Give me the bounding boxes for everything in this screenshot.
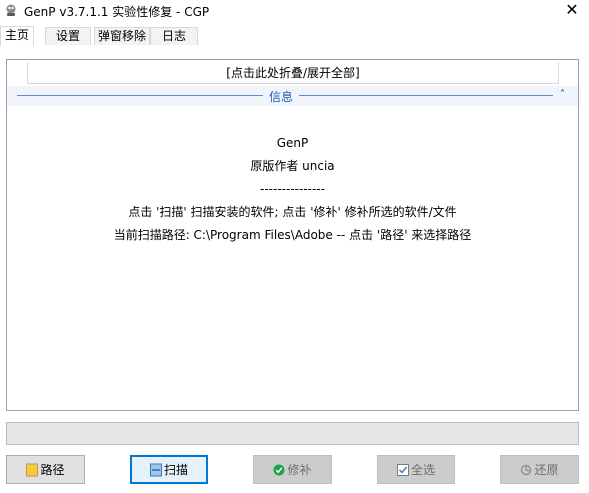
window-title: GenP v3.7.1.1 实验性修复 - CGP xyxy=(24,5,210,19)
restore-icon xyxy=(521,464,532,475)
tab-label: 日志 xyxy=(161,29,186,43)
tab-log[interactable]: 日志 xyxy=(150,27,198,45)
scan-button[interactable]: 扫描 xyxy=(130,455,208,484)
patch-button[interactable]: 修补 xyxy=(253,455,332,484)
shield-check-icon xyxy=(273,464,285,475)
progress-bar xyxy=(6,422,579,445)
scan-button-label: 扫描 xyxy=(163,463,188,477)
select-all-button-label: 全选 xyxy=(410,463,435,477)
info-group-label: 信息 xyxy=(268,90,293,104)
divider xyxy=(17,95,263,96)
info-group-header[interactable]: 信息 ˄ xyxy=(7,86,578,106)
scan-icon xyxy=(149,463,162,476)
divider xyxy=(299,95,553,96)
path-button[interactable]: 路径 xyxy=(6,455,85,484)
info-line: --------------- xyxy=(260,182,325,196)
tab-strip: 主页 设置 弹窗移除 日志 xyxy=(0,26,589,47)
tab-label: 弹窗移除 xyxy=(97,29,146,43)
close-icon: ✕ xyxy=(565,0,579,19)
path-button-label: 路径 xyxy=(40,463,65,477)
title-bar: GenP v3.7.1.1 实验性修复 - CGP ✕ xyxy=(0,0,589,22)
tab-settings[interactable]: 设置 xyxy=(45,27,91,45)
chevron-up-icon[interactable]: ˄ xyxy=(560,89,565,100)
software-list-panel[interactable]: [点击此处折叠/展开全部] 信息 ˄ GenP 原版作者 uncia -----… xyxy=(6,59,579,411)
patch-button-label: 修补 xyxy=(287,463,312,477)
folder-icon xyxy=(26,463,39,476)
restore-button-label: 还原 xyxy=(534,463,559,477)
tab-label: 设置 xyxy=(55,29,80,43)
genp-app-icon xyxy=(6,4,16,16)
select-all-button[interactable]: 全选 xyxy=(377,455,455,484)
info-text: GenP 原版作者 uncia --------------- 点击 '扫描' … xyxy=(7,132,578,247)
tab-popup-removal[interactable]: 弹窗移除 xyxy=(94,27,150,45)
info-line: 当前扫描路径: C:\Program Files\Adobe -- 点击 '路径… xyxy=(113,228,472,242)
info-line: GenP xyxy=(276,136,309,150)
info-line: 点击 '扫描' 扫描安装的软件; 点击 '修补' 修补所选的软件/文件 xyxy=(128,205,457,219)
tab-label: 主页 xyxy=(4,28,29,42)
collapse-expand-all-row[interactable]: [点击此处折叠/展开全部] xyxy=(27,62,559,84)
collapse-expand-all-label: [点击此处折叠/展开全部] xyxy=(226,66,360,80)
info-line: 原版作者 uncia xyxy=(250,159,335,173)
tab-home[interactable]: 主页 xyxy=(0,26,34,47)
checkbox-icon xyxy=(396,463,409,476)
restore-button[interactable]: 还原 xyxy=(500,455,579,484)
close-button[interactable]: ✕ xyxy=(555,0,589,22)
